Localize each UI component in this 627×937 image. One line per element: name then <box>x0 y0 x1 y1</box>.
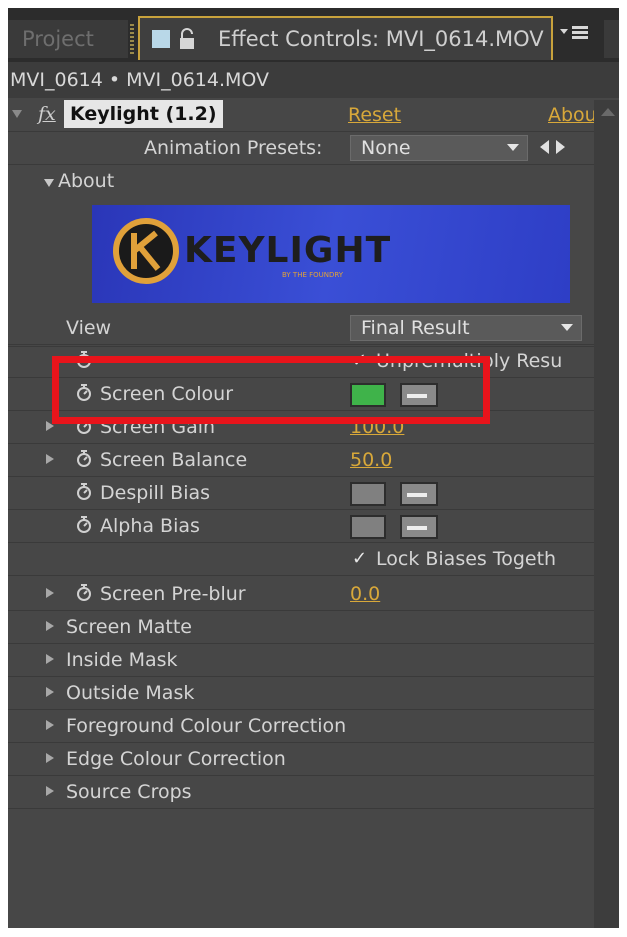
section-row[interactable]: Screen Matte <box>8 611 594 644</box>
section-row[interactable]: Source Crops <box>8 776 594 809</box>
keylight-logo-icon <box>113 218 179 284</box>
chevron-down-icon <box>507 144 519 151</box>
alpha-bias-label: Alpha Bias <box>100 515 200 537</box>
screen-balance-label: Screen Balance <box>100 449 248 471</box>
section-label: Edge Colour Correction <box>66 748 286 770</box>
chevron-down-icon <box>561 324 573 331</box>
expand-icon[interactable] <box>46 753 54 763</box>
view-row: View Final Result <box>8 312 594 345</box>
expand-screen-balance-icon[interactable] <box>46 454 54 464</box>
panel-tab-bar: Project Effect Controls: MVI_0614.MOV <box>8 8 619 62</box>
stopwatch-icon[interactable] <box>76 450 92 468</box>
expand-icon[interactable] <box>46 687 54 697</box>
section-label: Foreground Colour Correction <box>66 715 347 737</box>
tab-grip-handle[interactable] <box>130 24 134 54</box>
animation-presets-dropdown[interactable]: None <box>350 135 528 161</box>
animation-presets-row: Animation Presets: None <box>8 132 594 165</box>
expand-icon[interactable] <box>46 720 54 730</box>
effect-controls-panel: Project Effect Controls: MVI_0614.MOV MV… <box>8 8 619 928</box>
scroll-up-icon[interactable] <box>601 108 615 116</box>
vertical-scrollbar[interactable] <box>594 100 619 928</box>
effect-name[interactable]: Keylight (1.2) <box>64 100 223 128</box>
eyedropper-icon[interactable] <box>400 515 438 539</box>
tab-overflow[interactable] <box>604 20 619 58</box>
lock-biases-checkbox[interactable]: ✓ <box>352 550 370 568</box>
expand-icon[interactable] <box>46 786 54 796</box>
section-row[interactable]: Inside Mask <box>8 644 594 677</box>
eyedropper-icon[interactable] <box>400 482 438 506</box>
tab-effect-controls[interactable]: Effect Controls: MVI_0614.MOV <box>138 16 553 60</box>
lock-biases-row: ✓ Lock Biases Togeth <box>8 543 594 576</box>
screen-preblur-value[interactable]: 0.0 <box>350 582 380 606</box>
collapse-about-icon[interactable] <box>44 179 54 187</box>
section-row[interactable]: Edge Colour Correction <box>8 743 594 776</box>
section-row[interactable]: Foreground Colour Correction <box>8 710 594 743</box>
animation-presets-value: None <box>361 137 411 159</box>
screen-balance-value[interactable]: 50.0 <box>350 448 392 472</box>
alpha-bias-row: Alpha Bias <box>8 510 594 543</box>
screen-balance-row: Screen Balance 50.0 <box>8 444 594 477</box>
section-label: Outside Mask <box>66 682 195 704</box>
expand-icon[interactable] <box>46 654 54 664</box>
next-preset-icon[interactable] <box>556 140 565 154</box>
stopwatch-icon[interactable] <box>76 516 92 534</box>
despill-bias-swatch[interactable] <box>350 482 386 506</box>
section-label: Inside Mask <box>66 649 178 671</box>
alpha-bias-swatch[interactable] <box>350 515 386 539</box>
view-label: View <box>66 317 112 339</box>
despill-bias-row: Despill Bias <box>8 477 594 510</box>
tab-project[interactable]: Project <box>8 20 128 58</box>
expand-screen-preblur-icon[interactable] <box>46 588 54 598</box>
keylight-logo-text: KEYLIGHT <box>184 230 392 271</box>
despill-bias-label: Despill Bias <box>100 482 211 504</box>
breadcrumb: MVI_0614 • MVI_0614.MOV <box>8 62 619 98</box>
stopwatch-icon[interactable] <box>76 483 92 501</box>
panel-icon <box>152 30 170 48</box>
lock-icon[interactable] <box>178 28 198 50</box>
about-link[interactable]: About <box>548 103 594 127</box>
highlight-box <box>52 356 490 424</box>
screen-preblur-label: Screen Pre-blur <box>100 583 246 605</box>
view-dropdown[interactable]: Final Result <box>350 315 582 341</box>
keylight-logo: KEYLIGHT BY THE FOUNDRY <box>92 205 570 303</box>
panel-menu-icon[interactable] <box>558 22 598 52</box>
expand-icon[interactable] <box>46 621 54 631</box>
previous-preset-icon[interactable] <box>540 140 549 154</box>
view-value: Final Result <box>361 317 470 339</box>
fx-toggle-icon[interactable]: fx <box>38 102 56 126</box>
lock-biases-label: Lock Biases Togeth <box>376 548 557 570</box>
keylight-logo-subtext: BY THE FOUNDRY <box>282 271 344 279</box>
tab-effect-controls-label: Effect Controls: MVI_0614.MOV <box>218 27 544 51</box>
section-label: Screen Matte <box>66 616 192 638</box>
effect-header-row: fx Keylight (1.2) Reset About <box>8 98 594 132</box>
stopwatch-icon[interactable] <box>76 584 92 602</box>
reset-link[interactable]: Reset <box>348 103 401 127</box>
section-row[interactable]: Outside Mask <box>8 677 594 710</box>
about-label: About <box>58 170 115 192</box>
screen-preblur-row: Screen Pre-blur 0.0 <box>8 578 594 611</box>
section-label: Source Crops <box>66 781 192 803</box>
animation-presets-label: Animation Presets: <box>144 137 323 159</box>
collapse-effect-icon[interactable] <box>12 110 22 118</box>
